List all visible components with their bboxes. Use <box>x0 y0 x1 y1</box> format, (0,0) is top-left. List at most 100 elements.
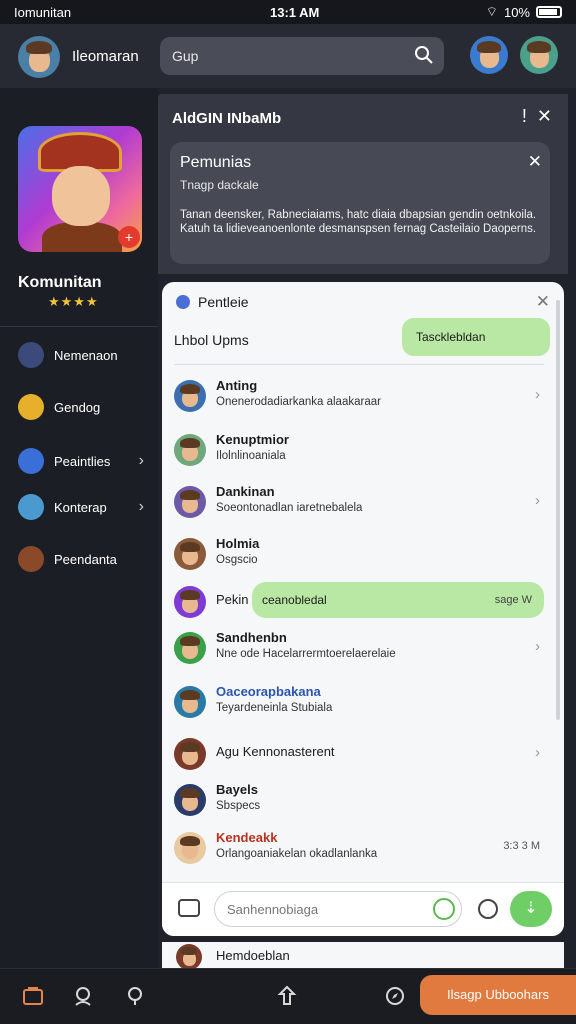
avatar <box>174 434 206 466</box>
sidebar-item-label: Nemenaon <box>54 348 118 363</box>
chevron-right-icon: › <box>535 638 540 655</box>
avatar <box>174 784 206 816</box>
sidebar-item-label: Gendog <box>54 400 101 415</box>
row-name: Pekin <box>216 592 249 607</box>
location-icon[interactable] <box>124 985 146 1007</box>
community-icon[interactable] <box>72 985 94 1007</box>
signal-icon: ⌔ <box>485 4 498 19</box>
list-item[interactable]: Bayels Sbspecs <box>174 780 544 830</box>
chat-header: Pentleie <box>176 294 249 310</box>
close-icon[interactable]: ✕ <box>536 292 550 312</box>
message-bubble[interactable]: ceanobledal sage W <box>252 582 544 618</box>
sidebar-item-gendog[interactable]: Gendog <box>18 394 158 424</box>
plus-badge-icon[interactable]: + <box>118 226 140 248</box>
chevron-right-icon: › <box>535 386 540 403</box>
rating-stars: ★★★★ <box>48 294 99 309</box>
status-bar: Iomunitan 13:1 AM ⌔ 10% <box>0 0 576 24</box>
alert-icon[interactable]: ! <box>522 106 527 127</box>
calendar-icon <box>18 448 44 474</box>
bubble-time: sage W <box>494 594 532 606</box>
bubble-text: ceanobledal <box>262 593 327 607</box>
sidebar-item-nemenaon[interactable]: Nemenaon <box>18 342 158 372</box>
row-name: Sandhenbn <box>216 630 287 645</box>
sidebar-item-label: Peaintlies <box>54 454 111 469</box>
message-input[interactable]: Sanhennobiaga <box>214 891 462 927</box>
list-item[interactable]: Agu Kennonasterent › <box>174 734 544 784</box>
avatar-icon <box>18 494 44 520</box>
list-item[interactable]: Kendeakk Orlangoaniakelan okadlanlanka 3… <box>174 828 544 878</box>
pill-label: Tascklebldan <box>416 330 486 344</box>
avatar <box>174 380 206 412</box>
notification-panel: AldGIN INbaMb ! ✕ Pemunias ✕ Tnagp dacka… <box>158 94 568 274</box>
list-item[interactable]: Holmia Osgscio <box>174 534 544 584</box>
sidebar-item-peaintlies[interactable]: Peaintlies › <box>18 448 158 478</box>
username: Ileomaran <box>72 48 139 65</box>
clock: 13:1 AM <box>270 5 320 20</box>
search-placeholder: Gup <box>172 48 199 64</box>
row-name: Agu Kennonasterent <box>216 744 335 759</box>
scrollbar[interactable] <box>556 300 560 720</box>
sidebar-item-label: Peendanta <box>54 552 117 567</box>
chevron-right-icon: › <box>138 452 144 469</box>
profile-image[interactable]: + <box>18 126 142 252</box>
list-item[interactable]: Oaceorapbakana Teyardeneinla Stubiala <box>174 682 544 732</box>
sidebar-item-konterap[interactable]: Konterap › <box>18 494 158 524</box>
avatar <box>174 832 206 864</box>
gift-icon <box>18 342 44 368</box>
list-item[interactable]: Hemdoeblan <box>162 942 564 970</box>
battery-icon <box>536 6 562 18</box>
notification-title: Pemunias <box>180 154 252 171</box>
avatar <box>174 586 206 618</box>
close-icon[interactable]: ✕ <box>537 106 552 127</box>
list-item[interactable]: Dankinan Soeontonadlan iaretnebalela › <box>174 482 544 532</box>
avatar <box>174 738 206 770</box>
share-icon[interactable] <box>276 985 298 1007</box>
search-icon[interactable] <box>414 45 434 65</box>
carrier-label: Iomunitan <box>14 5 72 20</box>
list-item[interactable]: Kenuptmior Ilolnlinoaniala <box>174 430 544 480</box>
row-name: Anting <box>216 378 258 393</box>
friend-avatar-2[interactable] <box>520 36 558 74</box>
chevron-right-icon: › <box>138 498 144 515</box>
row-message: Ilolnlinoaniala <box>216 450 286 462</box>
avatar <box>174 538 206 570</box>
sidebar-item-label: Konterap <box>54 500 107 515</box>
sidebar-item-peendanta[interactable]: Peendanta <box>18 546 158 576</box>
bottom-nav: Ilsagp Ubboohars <box>0 968 576 1024</box>
user-avatar[interactable] <box>18 36 60 78</box>
clock-icon[interactable] <box>478 899 498 919</box>
close-icon[interactable]: ✕ <box>528 152 542 172</box>
friend-avatar-1[interactable] <box>470 36 508 74</box>
row-message: Teyardeneinla Stubiala <box>216 702 333 714</box>
chat-subtitle: Lhbol Upms <box>174 332 249 348</box>
row-name: Dankinan <box>216 484 275 499</box>
highlight-pill[interactable]: Tascklebldan <box>402 318 550 356</box>
chat-panel: Pentleie ✕ Lhbol Upms Tascklebldan Antin… <box>162 282 564 936</box>
status-icons: ⌔ 10% <box>486 4 562 20</box>
notification-actions: ! ✕ <box>522 106 552 127</box>
avatar <box>174 486 206 518</box>
avatar-icon <box>18 546 44 572</box>
compass-icon[interactable] <box>384 985 406 1007</box>
list-item[interactable]: Anting Onenerodadiarkanka alaakaraar › <box>174 376 544 426</box>
avatar <box>176 944 202 970</box>
row-message: Onenerodadiarkanka alaakaraar <box>216 396 381 408</box>
chevron-right-icon: › <box>535 492 540 509</box>
camera-icon[interactable] <box>178 899 200 917</box>
top-bar: Ileomaran Gup <box>0 24 576 88</box>
input-placeholder: Sanhennobiaga <box>227 902 319 917</box>
chevron-right-icon: › <box>535 744 540 761</box>
list-item[interactable]: Sandhenbn Nne ode Hacelarrermtoerelaerel… <box>174 628 544 678</box>
row-name: Oaceorapbakana <box>216 684 321 699</box>
chat-title: Pentleie <box>198 294 249 310</box>
leaf-icon[interactable] <box>433 898 455 920</box>
search-input[interactable]: Gup <box>160 37 444 75</box>
row-message: Osgscio <box>216 554 258 566</box>
notification-card[interactable]: Pemunias ✕ Tnagp dackale Tanan deensker,… <box>170 142 550 264</box>
cta-button[interactable]: Ilsagp Ubboohars <box>420 975 576 1015</box>
row-time: 3:3 3 M <box>503 840 540 852</box>
row-message: Soeontonadlan iaretnebalela <box>216 502 363 514</box>
row-message: Nne ode Hacelarrermtoerelaerelaie <box>216 648 396 660</box>
send-button[interactable]: ⇣ <box>510 891 552 927</box>
home-icon[interactable] <box>22 985 44 1007</box>
